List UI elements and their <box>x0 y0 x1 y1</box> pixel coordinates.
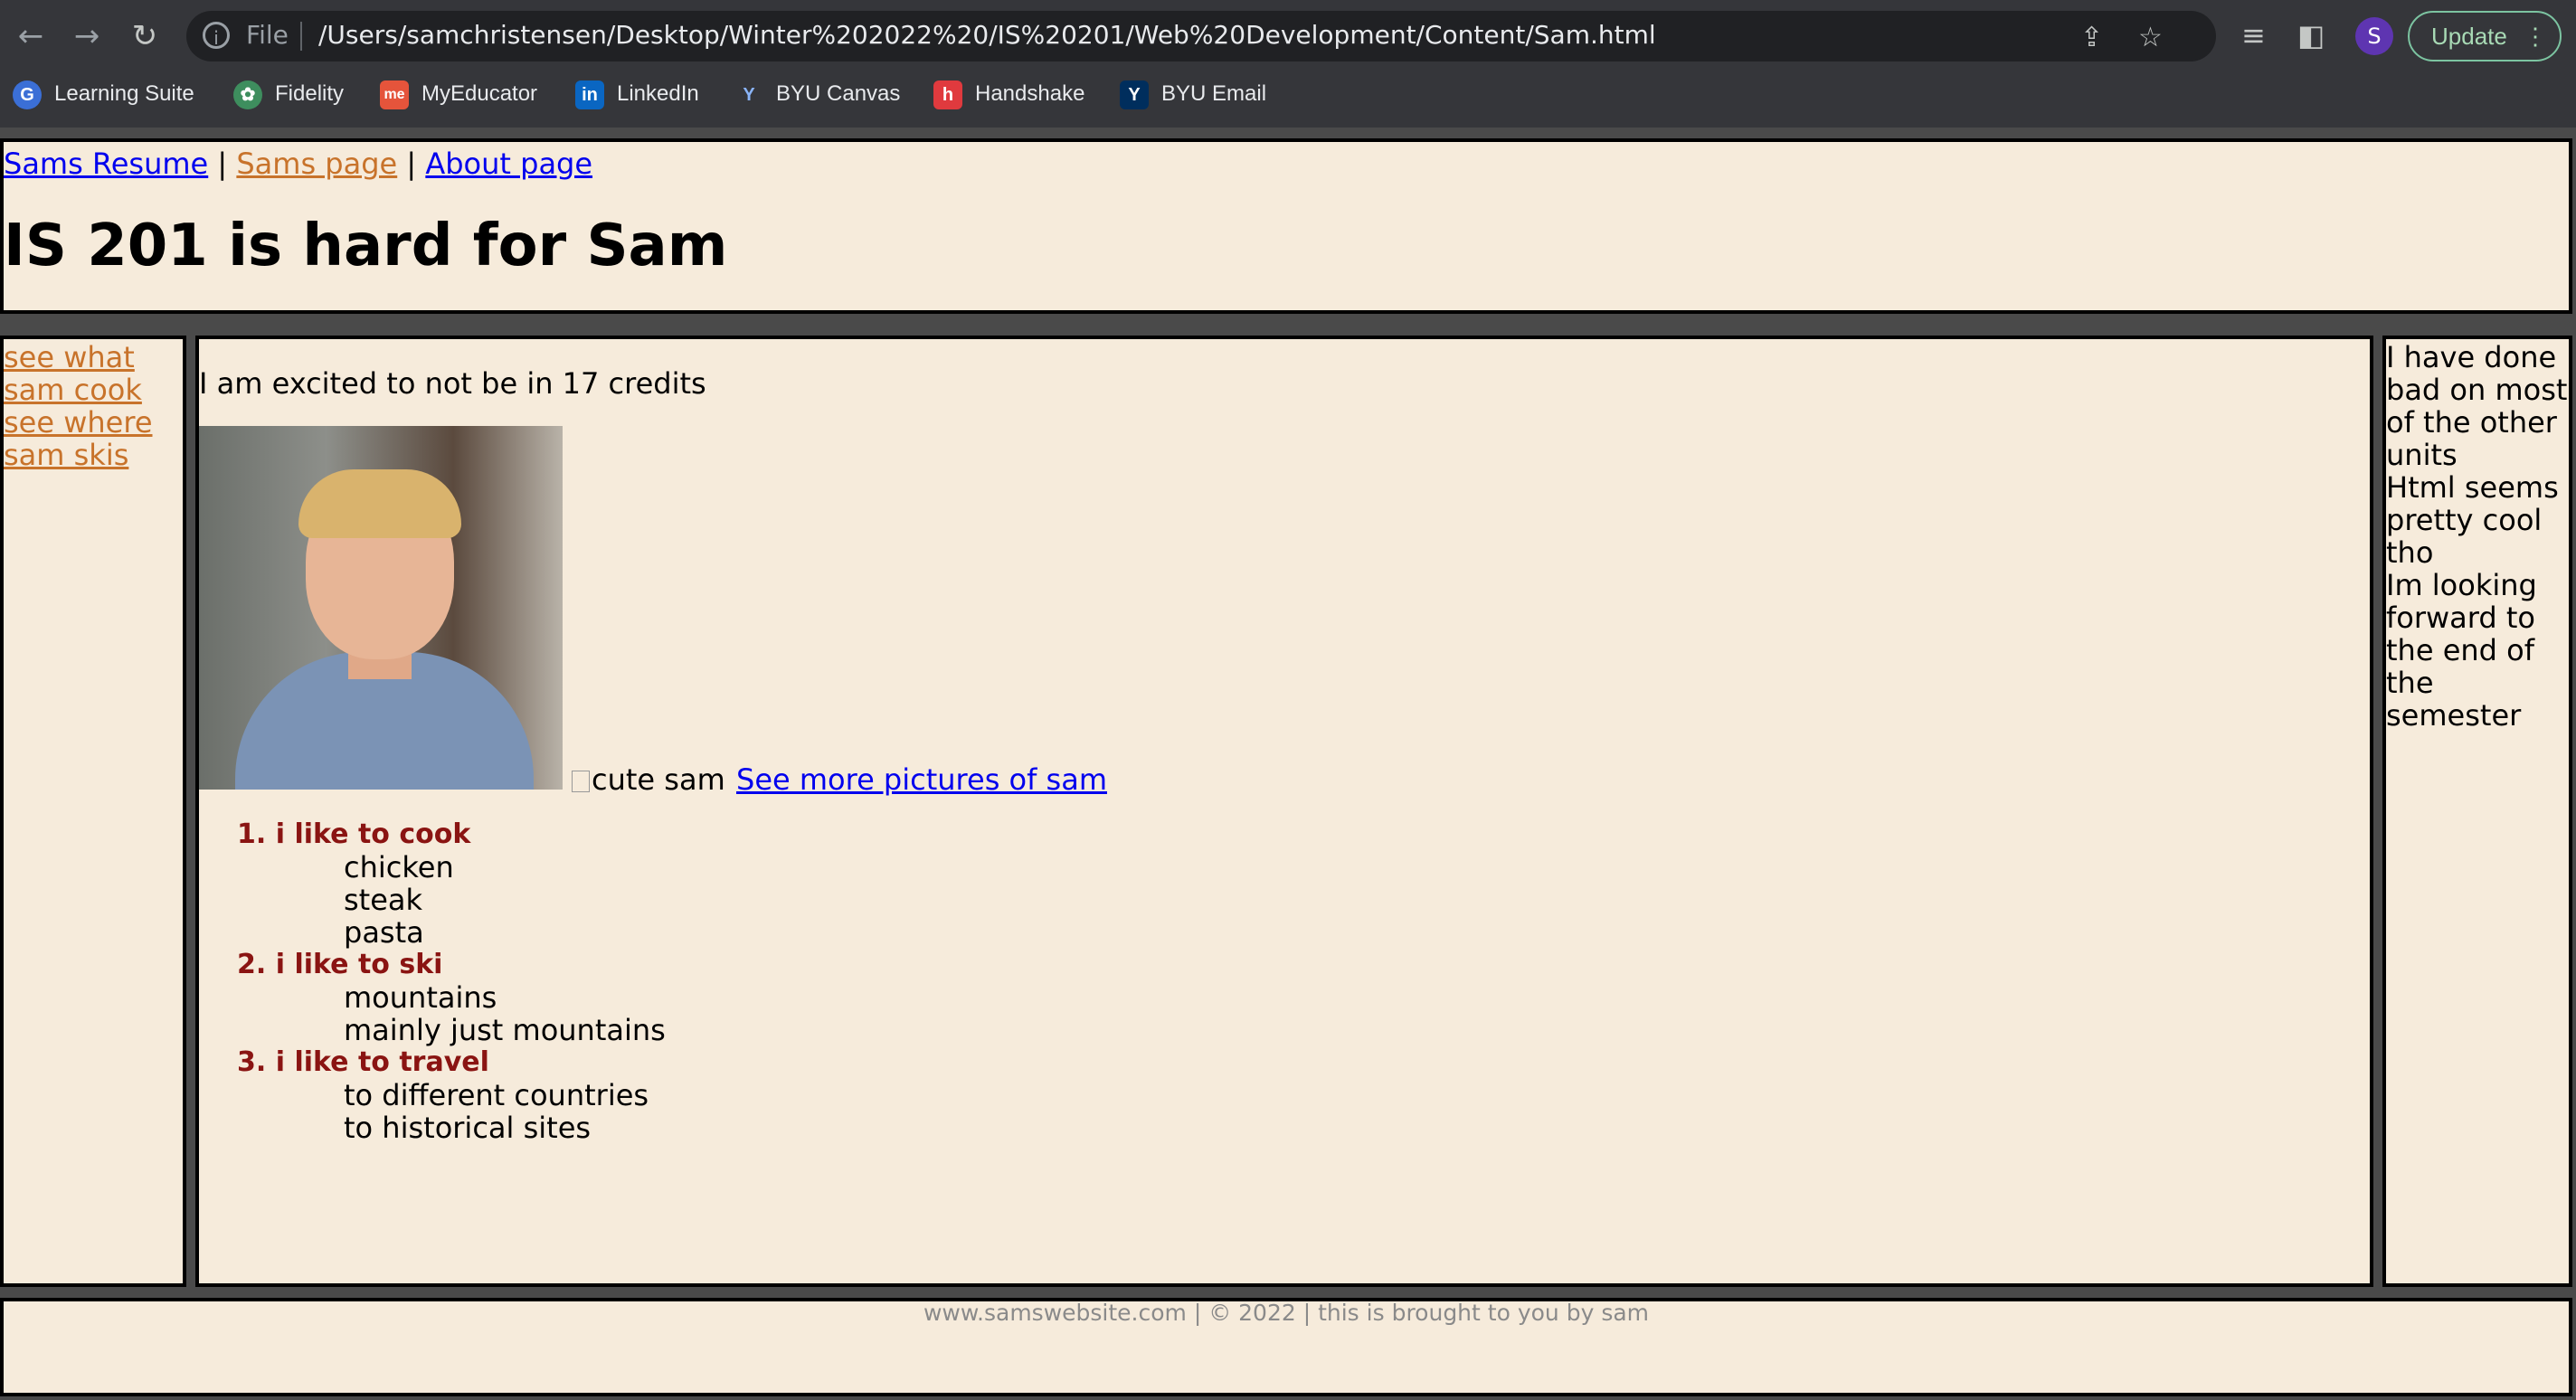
learning-suite-icon: G <box>13 80 42 109</box>
header-nav: Sams Resume | Sams page | About page <box>4 146 592 182</box>
byu-canvas-icon: Y <box>743 84 755 105</box>
page-footer: www.samswebsite.com | © 2022 | this is b… <box>0 1298 2572 1396</box>
list-item-title: 2. i like to ski <box>237 949 443 980</box>
main-content: I am excited to not be in 17 credits cut… <box>195 336 2373 1287</box>
bookmark-byu-email[interactable]: Y BYU Email <box>1120 76 1266 112</box>
bookmark-label: Fidelity <box>275 81 345 106</box>
nav-separator: | <box>406 147 417 181</box>
nav-link-sams-page[interactable]: Sams page <box>236 147 397 181</box>
update-label: Update <box>2431 23 2507 50</box>
bookmark-label: BYU Canvas <box>776 81 901 106</box>
sam-photo <box>199 426 563 790</box>
list-sub-item: steak <box>344 883 423 917</box>
list-sub-item: chicken <box>344 850 454 884</box>
reading-list-icon[interactable]: ≡ <box>2241 18 2266 52</box>
back-arrow-icon[interactable]: ← <box>13 18 49 54</box>
right-paragraph: I have done bad on most of the other uni… <box>2386 340 2568 472</box>
photo-hair <box>298 469 461 538</box>
broken-image-icon <box>572 771 590 792</box>
page-viewport: Sams Resume | Sams page | About page IS … <box>0 137 2576 1400</box>
address-bar[interactable]: i File /Users/samchristensen/Desktop/Win… <box>186 11 2216 61</box>
list-sub-item: to historical sites <box>344 1111 592 1145</box>
right-paragraph: Im looking forward to the end of the sem… <box>2386 568 2537 733</box>
byu-email-icon: Y <box>1120 80 1149 109</box>
linkedin-icon: in <box>575 80 604 109</box>
link-see-where-sam-skis[interactable]: see where sam skis <box>4 406 185 471</box>
left-sidebar-links: see what sam cook see where sam skis <box>4 341 185 471</box>
bookmark-linkedin[interactable]: in LinkedIn <box>575 76 699 112</box>
page-title: IS 201 is hard for Sam <box>4 213 728 279</box>
list-sub-item: mainly just mountains <box>344 1013 666 1047</box>
footer-text: www.samswebsite.com | © 2022 | this is b… <box>923 1300 1650 1326</box>
bookmark-label: LinkedIn <box>617 81 699 106</box>
list-sub-item: mountains <box>344 980 497 1015</box>
url-text[interactable]: /Users/samchristensen/Desktop/Winter%202… <box>318 20 1656 50</box>
reload-icon[interactable]: ↻ <box>127 18 163 54</box>
file-label: File <box>246 20 289 50</box>
list-item-title: 3. i like to travel <box>237 1046 489 1078</box>
broken-image-alt: cute sam <box>592 762 725 797</box>
side-panel-icon[interactable]: ◧ <box>2297 18 2325 52</box>
bookmark-star-icon[interactable]: ☆ <box>2138 22 2163 53</box>
hobbies-list: 1. i like to cook chicken steak pasta 2.… <box>237 818 666 1144</box>
broken-image: cute sam <box>572 762 725 797</box>
bookmark-label: Handshake <box>975 81 1085 106</box>
info-icon[interactable]: i <box>203 22 230 49</box>
left-sidebar: see what sam cook see where sam skis <box>0 336 186 1287</box>
bookmark-label: MyEducator <box>421 81 538 106</box>
bookmark-handshake[interactable]: h Handshake <box>933 76 1084 112</box>
bookmark-label: BYU Email <box>1161 81 1267 106</box>
bookmark-byu-canvas[interactable]: Y BYU Canvas <box>734 76 900 112</box>
list-sub-item: pasta <box>344 915 424 950</box>
list-sub-item: to different countries <box>344 1078 649 1112</box>
profile-avatar[interactable]: S <box>2355 17 2393 55</box>
forward-arrow-icon[interactable]: → <box>69 18 105 54</box>
chrome-divider <box>0 128 2576 137</box>
bookmark-learning-suite[interactable]: G Learning Suite <box>13 76 194 112</box>
bookmarks-bar: G Learning Suite ✿ Fidelity me MyEducator i… <box>0 72 2576 118</box>
link-see-what-sam-cook[interactable]: see what sam cook <box>4 341 185 406</box>
address-separator <box>300 22 302 51</box>
fidelity-icon: ✿ <box>233 80 262 109</box>
update-button[interactable]: Update ⋮ <box>2408 11 2562 61</box>
more-menu-icon[interactable]: ⋮ <box>2524 13 2547 60</box>
nav-separator: | <box>217 147 228 181</box>
intro-text: I am excited to not be in 17 credits <box>199 366 706 401</box>
browser-toolbar: ← → ↻ i File /Users/samchristensen/Deskt… <box>0 0 2576 72</box>
right-paragraph: Html seems pretty cool tho <box>2386 470 2559 570</box>
myeducator-icon: me <box>380 80 409 109</box>
list-item-title: 1. i like to cook <box>237 818 471 850</box>
bookmark-myeducator[interactable]: me MyEducator <box>380 76 537 112</box>
bookmark-label: Learning Suite <box>54 81 194 106</box>
share-icon[interactable]: ⇪ <box>2080 22 2103 53</box>
bookmark-fidelity[interactable]: ✿ Fidelity <box>233 76 344 112</box>
handshake-icon: h <box>933 80 962 109</box>
right-sidebar-text: I have done bad on most of the other uni… <box>2386 341 2571 732</box>
browser-chrome: ← → ↻ i File /Users/samchristensen/Deskt… <box>0 0 2576 128</box>
nav-link-sams-resume[interactable]: Sams Resume <box>4 147 208 181</box>
page-header: Sams Resume | Sams page | About page IS … <box>0 138 2572 314</box>
right-sidebar: I have done bad on most of the other uni… <box>2382 336 2572 1287</box>
nav-link-about-page[interactable]: About page <box>425 147 592 181</box>
more-pictures-link[interactable]: See more pictures of sam <box>736 762 1107 797</box>
